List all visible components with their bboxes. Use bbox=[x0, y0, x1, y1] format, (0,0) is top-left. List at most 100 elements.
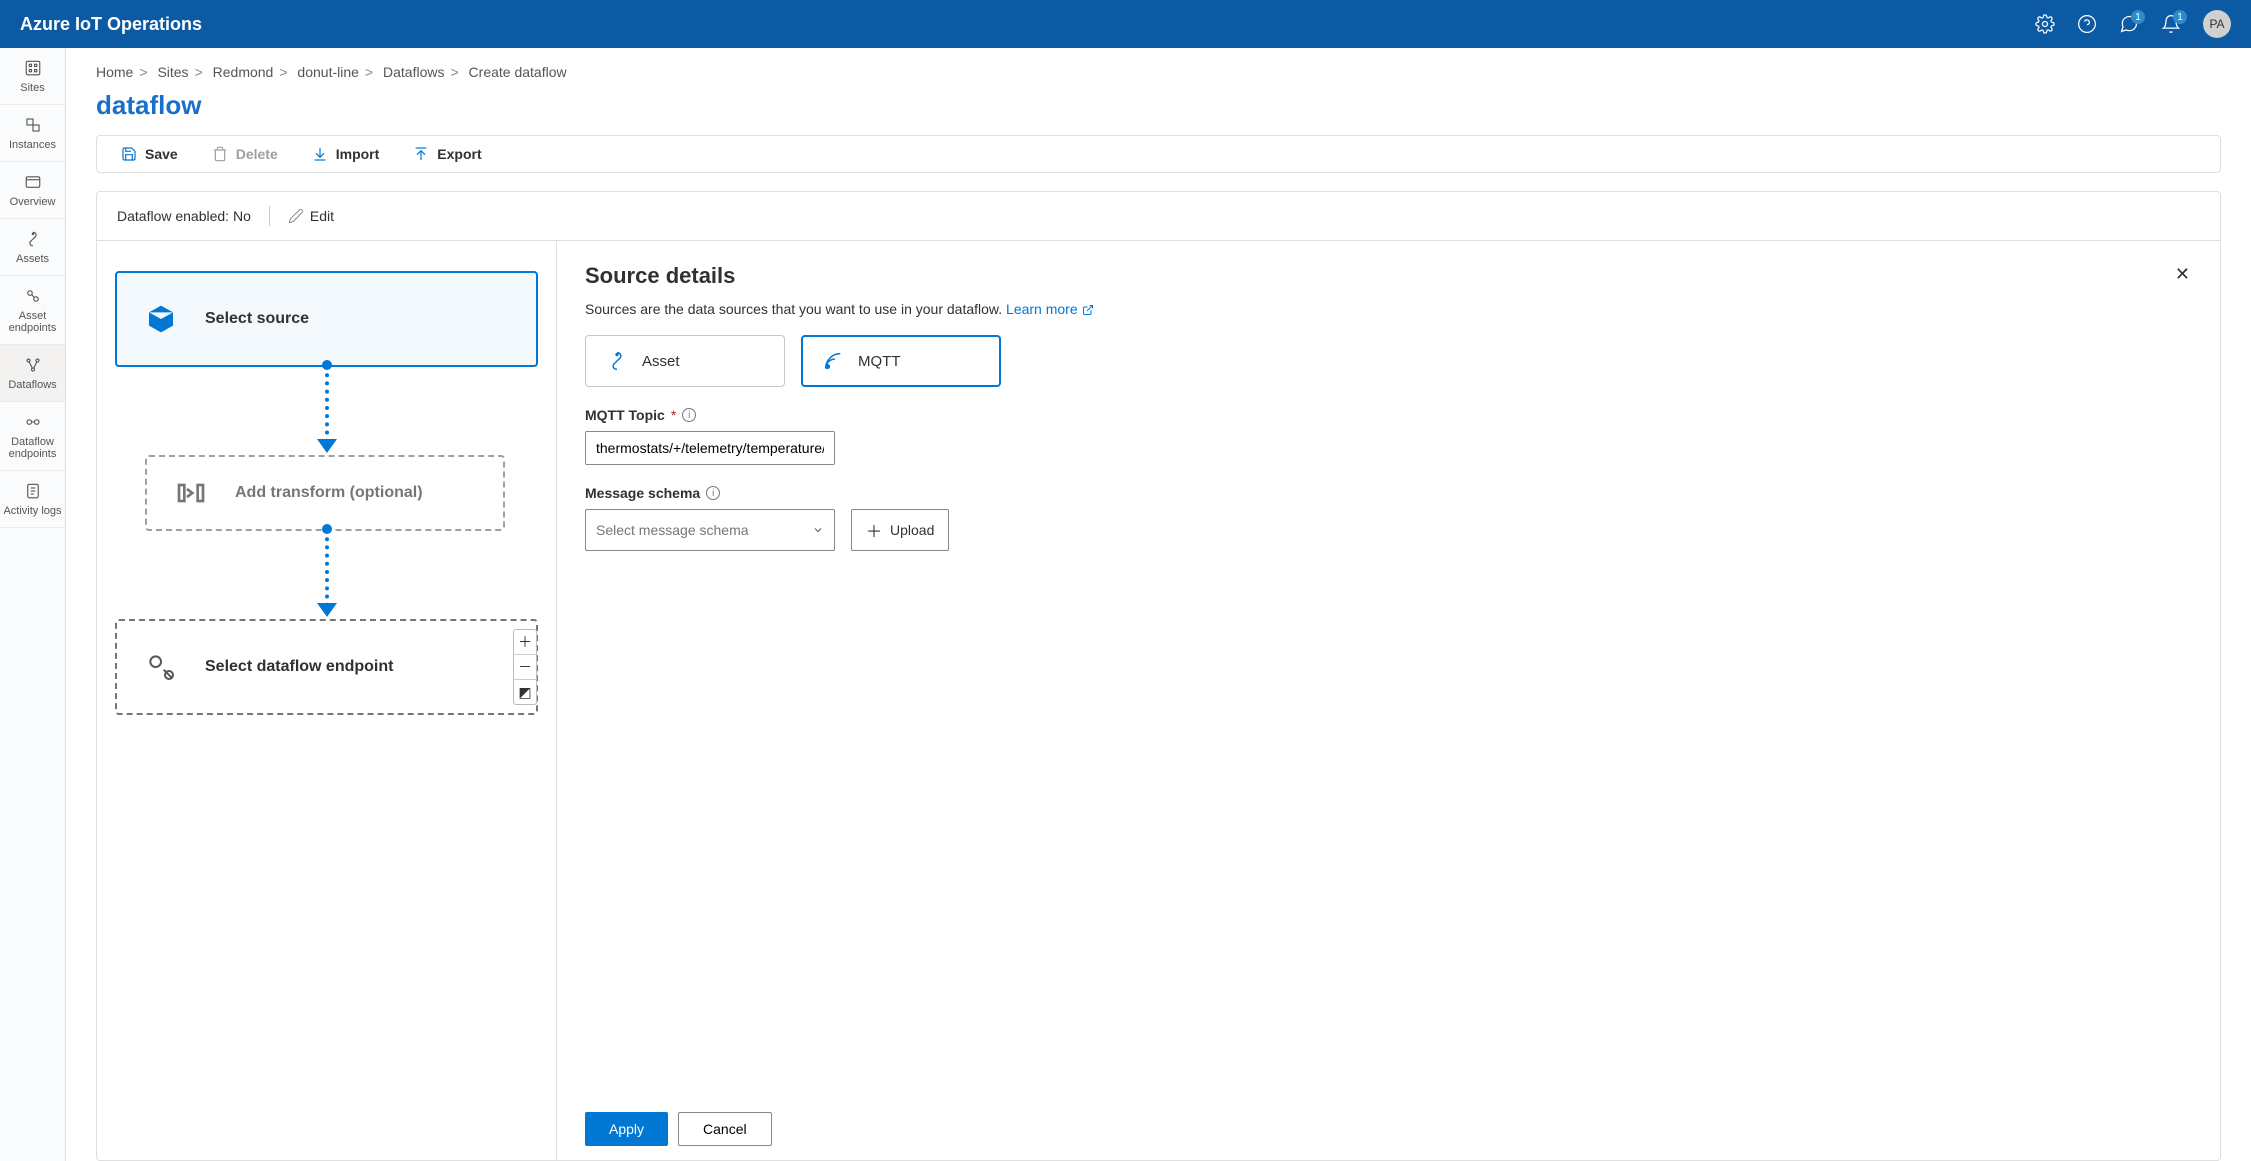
sidebar-item-sites[interactable]: Sites bbox=[0, 48, 65, 105]
activity-logs-icon bbox=[23, 481, 43, 501]
assets-icon bbox=[23, 229, 43, 249]
header-actions: 1 1 PA bbox=[2035, 10, 2231, 38]
sidebar: Sites Instances Overview Assets Asset en… bbox=[0, 48, 66, 1161]
sidebar-item-asset-endpoints[interactable]: Asset endpoints bbox=[0, 276, 65, 345]
app-title: Azure IoT Operations bbox=[20, 14, 202, 35]
export-label: Export bbox=[437, 146, 481, 162]
sidebar-item-dataflow-endpoints[interactable]: Dataflow endpoints bbox=[0, 402, 65, 471]
destination-node-label: Select dataflow endpoint bbox=[205, 658, 393, 676]
info-icon[interactable]: i bbox=[706, 486, 720, 500]
save-button[interactable]: Save bbox=[121, 146, 178, 162]
sidebar-item-activity-logs[interactable]: Activity logs bbox=[0, 471, 65, 528]
dataflow-endpoints-icon bbox=[23, 412, 43, 432]
sidebar-item-label: Sites bbox=[20, 82, 44, 94]
sidebar-item-dataflows[interactable]: Dataflows bbox=[0, 345, 65, 402]
sidebar-item-overview[interactable]: Overview bbox=[0, 162, 65, 219]
destination-node[interactable]: Select dataflow endpoint ＋ － ◩ bbox=[115, 619, 538, 715]
panel-title: Source details bbox=[585, 263, 735, 289]
edit-label: Edit bbox=[310, 208, 334, 224]
chevron-down-icon bbox=[812, 524, 824, 536]
panel-description: Sources are the data sources that you wa… bbox=[585, 301, 2192, 317]
close-icon[interactable]: ✕ bbox=[2173, 263, 2192, 285]
sites-icon bbox=[23, 58, 43, 78]
details-panel: Source details ✕ Sources are the data so… bbox=[557, 241, 2220, 1160]
content-card: Dataflow enabled: No Edit Select source bbox=[96, 191, 2221, 1161]
app-header: Azure IoT Operations 1 1 PA bbox=[0, 0, 2251, 48]
breadcrumb-current: Create dataflow bbox=[469, 64, 567, 80]
save-icon bbox=[121, 146, 137, 162]
connector bbox=[325, 365, 329, 451]
source-node-label: Select source bbox=[205, 310, 309, 328]
learn-more-link[interactable]: Learn more bbox=[1006, 301, 1093, 317]
breadcrumb-link[interactable]: Sites bbox=[157, 64, 188, 80]
apply-button[interactable]: Apply bbox=[585, 1112, 668, 1146]
mqtt-topic-label: MQTT Topic*i bbox=[585, 407, 2192, 423]
breadcrumb: Home> Sites> Redmond> donut-line> Datafl… bbox=[96, 64, 2221, 80]
sidebar-item-label: Dataflow endpoints bbox=[2, 436, 63, 460]
mqtt-topic-input[interactable] bbox=[585, 431, 835, 465]
mqtt-icon bbox=[822, 350, 844, 372]
stepper-plus[interactable]: ＋ bbox=[514, 630, 536, 655]
dataflow-enabled-status: Dataflow enabled: No bbox=[117, 208, 251, 224]
tab-mqtt[interactable]: MQTT bbox=[801, 335, 1001, 387]
import-label: Import bbox=[336, 146, 380, 162]
help-icon[interactable] bbox=[2077, 14, 2097, 34]
breadcrumb-link[interactable]: Dataflows bbox=[383, 64, 444, 80]
info-icon[interactable]: i bbox=[682, 408, 696, 422]
import-icon bbox=[312, 146, 328, 162]
instances-icon bbox=[23, 115, 43, 135]
overview-icon bbox=[23, 172, 43, 192]
sidebar-item-instances[interactable]: Instances bbox=[0, 105, 65, 162]
asset-icon bbox=[606, 350, 628, 372]
delete-button: Delete bbox=[212, 146, 278, 162]
save-label: Save bbox=[145, 146, 178, 162]
edit-button[interactable]: Edit bbox=[288, 208, 334, 224]
stepper-handle[interactable]: ◩ bbox=[514, 680, 536, 704]
endpoint-stepper: ＋ － ◩ bbox=[513, 629, 537, 705]
toolbar: Save Delete Import Export bbox=[96, 135, 2221, 173]
sidebar-item-label: Activity logs bbox=[3, 505, 61, 517]
message-schema-label: Message schemai bbox=[585, 485, 2192, 501]
connector-dot bbox=[322, 360, 332, 370]
cancel-button[interactable]: Cancel bbox=[678, 1112, 772, 1146]
notif-badge: 1 bbox=[2173, 10, 2187, 24]
breadcrumb-link[interactable]: donut-line bbox=[297, 64, 359, 80]
upload-button[interactable]: ＋ Upload bbox=[851, 509, 949, 551]
breadcrumb-link[interactable]: Redmond bbox=[213, 64, 274, 80]
edit-icon bbox=[288, 208, 304, 224]
transform-node-label: Add transform (optional) bbox=[235, 484, 423, 502]
divider bbox=[269, 206, 270, 226]
sidebar-item-label: Assets bbox=[16, 253, 49, 265]
delete-label: Delete bbox=[236, 146, 278, 162]
sidebar-item-label: Dataflows bbox=[8, 379, 56, 391]
transform-icon bbox=[175, 477, 207, 509]
source-node[interactable]: Select source bbox=[115, 271, 538, 367]
transform-node[interactable]: Add transform (optional) bbox=[145, 455, 505, 531]
select-placeholder: Select message schema bbox=[596, 522, 749, 538]
tab-asset-label: Asset bbox=[642, 353, 680, 370]
feedback-icon[interactable]: 1 bbox=[2119, 14, 2139, 34]
connector-dot bbox=[322, 524, 332, 534]
import-button[interactable]: Import bbox=[312, 146, 380, 162]
breadcrumb-link[interactable]: Home bbox=[96, 64, 133, 80]
export-button[interactable]: Export bbox=[413, 146, 481, 162]
connector-arrow bbox=[317, 439, 337, 453]
delete-icon bbox=[212, 146, 228, 162]
avatar[interactable]: PA bbox=[2203, 10, 2231, 38]
settings-icon[interactable] bbox=[2035, 14, 2055, 34]
sidebar-item-label: Instances bbox=[9, 139, 56, 151]
sidebar-item-assets[interactable]: Assets bbox=[0, 219, 65, 276]
message-schema-select[interactable]: Select message schema bbox=[585, 509, 835, 551]
stepper-minus[interactable]: － bbox=[514, 655, 536, 680]
upload-label: Upload bbox=[890, 522, 934, 538]
sidebar-item-label: Asset endpoints bbox=[2, 310, 63, 334]
tab-asset[interactable]: Asset bbox=[585, 335, 785, 387]
connector-arrow bbox=[317, 603, 337, 617]
export-icon bbox=[413, 146, 429, 162]
notifications-icon[interactable]: 1 bbox=[2161, 14, 2181, 34]
cube-icon bbox=[145, 303, 177, 335]
flow-canvas: Select source Add transform (optional) bbox=[97, 241, 557, 1160]
endpoint-icon bbox=[145, 651, 177, 683]
sidebar-item-label: Overview bbox=[10, 196, 56, 208]
connector bbox=[325, 529, 329, 615]
